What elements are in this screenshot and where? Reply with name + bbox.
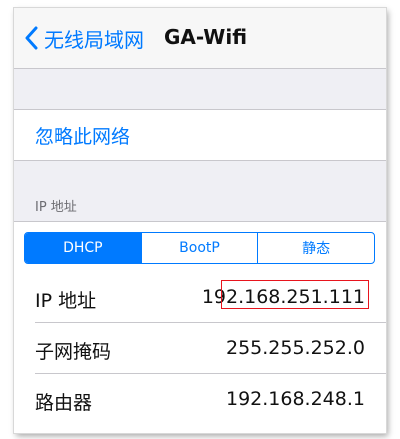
chevron-left-icon [25, 26, 38, 50]
ip-address-row: IP 地址 192.168.251.111 [14, 272, 386, 323]
forget-network-link[interactable]: 忽略此网络 [35, 122, 130, 149]
ip-address-label: IP 地址 [35, 290, 97, 312]
router-value: 192.168.248.1 [225, 388, 365, 410]
navigation-bar: 无线局域网 GA-Wifi [14, 8, 386, 69]
segment-bootp[interactable]: BootP [140, 233, 258, 263]
segment-static[interactable]: 静态 [257, 233, 374, 263]
highlight-box [221, 280, 369, 309]
ip-section-header: IP 地址 [35, 200, 77, 215]
ip-settings-group: DHCP BootP 静态 IP 地址 192.168.251.111 子网掩码… [14, 221, 386, 433]
section-spacer [14, 69, 386, 109]
subnet-mask-label: 子网掩码 [35, 341, 112, 363]
page-title: GA-Wifi [164, 25, 248, 49]
settings-screen: 无线局域网 GA-Wifi 忽略此网络 IP 地址 DHCP BootP 静态 … [14, 8, 386, 433]
router-row: 路由器 192.168.248.1 [14, 374, 386, 425]
back-button-label: 无线局域网 [44, 27, 144, 52]
segment-dhcp[interactable]: DHCP [25, 233, 141, 263]
back-button[interactable]: 无线局域网 [24, 24, 144, 52]
subnet-mask-value: 255.255.252.0 [225, 337, 365, 359]
ip-mode-segmented-control[interactable]: DHCP BootP 静态 [24, 232, 375, 264]
router-label: 路由器 [35, 392, 93, 414]
subnet-mask-row: 子网掩码 255.255.252.0 [14, 323, 386, 374]
forget-network-row[interactable]: 忽略此网络 [14, 109, 386, 161]
